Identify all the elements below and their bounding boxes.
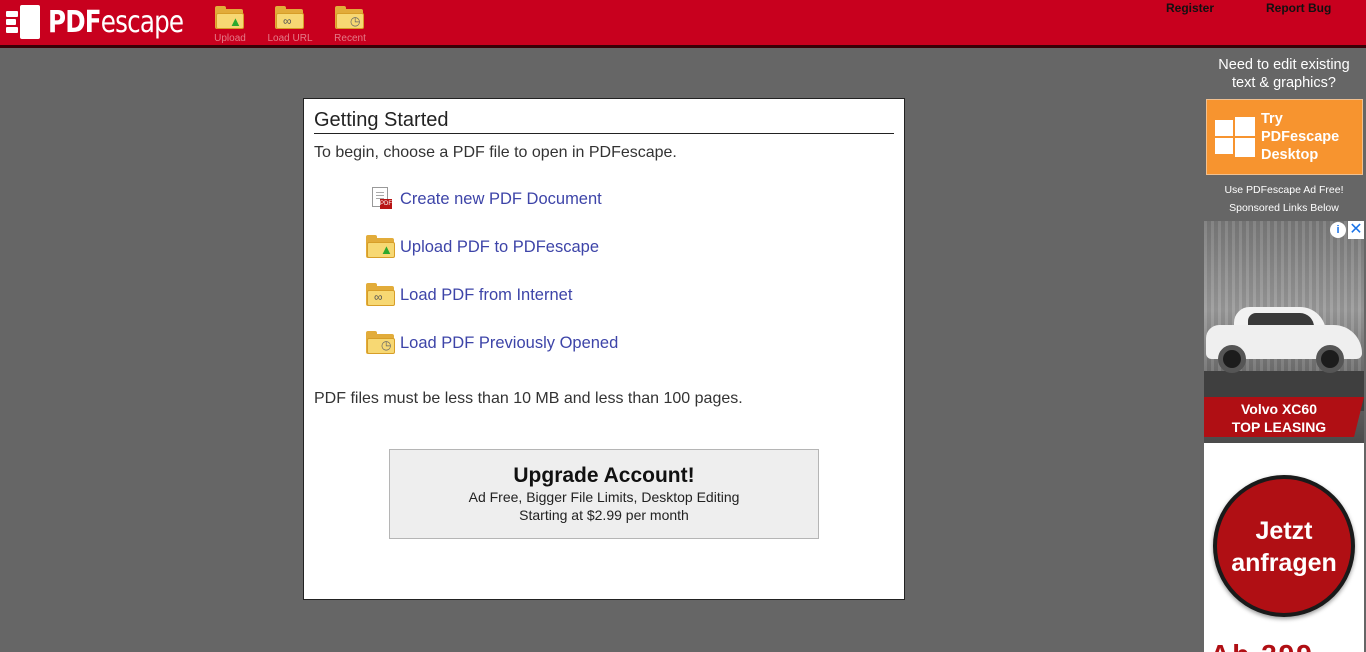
ad-close-icon[interactable]: ✕ [1348,221,1364,239]
recent-button[interactable]: ◷ Recent [325,6,375,44]
logo-text: PDFescape [48,4,184,40]
dialog-title: Getting Started [314,109,894,134]
jetzt-anfragen-ad[interactable]: Jetzt anfragen Ab 299 [1204,443,1364,652]
create-new-pdf-link[interactable]: Create new PDF Document [400,190,602,209]
link-folder-icon: ∞ [366,283,400,307]
jetzt-anfragen-badge: Jetzt anfragen [1213,475,1355,617]
load-pdf-internet-option[interactable]: ∞ Load PDF from Internet [366,283,572,307]
file-limits-text: PDF files must be less than 10 MB and le… [314,390,743,407]
volvo-ad-banner[interactable]: Volvo XC60 TOP LEASING [1204,221,1364,443]
ad-info-icon[interactable]: i [1330,222,1346,238]
windows-logo-icon [1215,117,1255,157]
try-desktop-text: Try PDFescape Desktop [1261,111,1340,163]
upload-button[interactable]: ▲ Upload [205,6,255,44]
pdfescape-logo[interactable]: PDFescape [6,4,213,40]
load-pdf-internet-link[interactable]: Load PDF from Internet [400,286,572,305]
upload-label: Upload [214,33,246,44]
upgrade-features: Ad Free, Bigger File Limits, Desktop Edi… [468,489,740,505]
upload-folder-icon: ▲ [366,235,400,259]
intro-text: To begin, choose a PDF file to open in P… [314,144,677,161]
create-new-pdf-option[interactable]: PDF Create new PDF Document [366,187,602,211]
recent-label: Recent [334,33,366,44]
sponsored-label: Sponsored Links Below [1229,202,1339,214]
ad-price-text: Ab 299 [1210,639,1314,652]
upgrade-account-button[interactable]: Upgrade Account! Ad Free, Bigger File Li… [389,449,819,539]
load-url-label: Load URL [267,33,313,44]
report-bug-link[interactable]: Report Bug [1266,1,1331,15]
volvo-ad-caption: Volvo XC60 TOP LEASING [1204,397,1354,437]
top-bar: PDFescape ▲ Upload ∞ Load URL ◷ Recent R… [0,0,1366,48]
upload-pdf-option[interactable]: ▲ Upload PDF to PDFescape [366,235,599,259]
need-edit-prompt: Need to edit existing text & graphics? [1218,57,1350,91]
ad-free-link[interactable]: Use PDFescape Ad Free! [1204,184,1364,196]
pdfescape-logo-mark-icon [6,5,40,39]
load-url-button[interactable]: ∞ Load URL [265,6,315,44]
car-image [1204,303,1364,373]
upload-pdf-link[interactable]: Upload PDF to PDFescape [400,238,599,257]
getting-started-dialog: Getting Started To begin, choose a PDF f… [303,98,905,600]
register-link[interactable]: Register [1166,1,1214,15]
load-pdf-previous-option[interactable]: ◷ Load PDF Previously Opened [366,331,618,355]
new-pdf-document-icon: PDF [366,187,400,211]
upgrade-title: Upgrade Account! [513,464,695,487]
load-pdf-previous-link[interactable]: Load PDF Previously Opened [400,334,618,353]
upload-folder-icon: ▲ [215,6,245,30]
link-folder-icon: ∞ [275,6,305,30]
try-desktop-button[interactable]: Try PDFescape Desktop [1206,99,1363,175]
recent-folder-icon: ◷ [335,6,365,30]
upgrade-price: Starting at $2.99 per month [519,507,689,523]
recent-folder-icon: ◷ [366,331,400,355]
